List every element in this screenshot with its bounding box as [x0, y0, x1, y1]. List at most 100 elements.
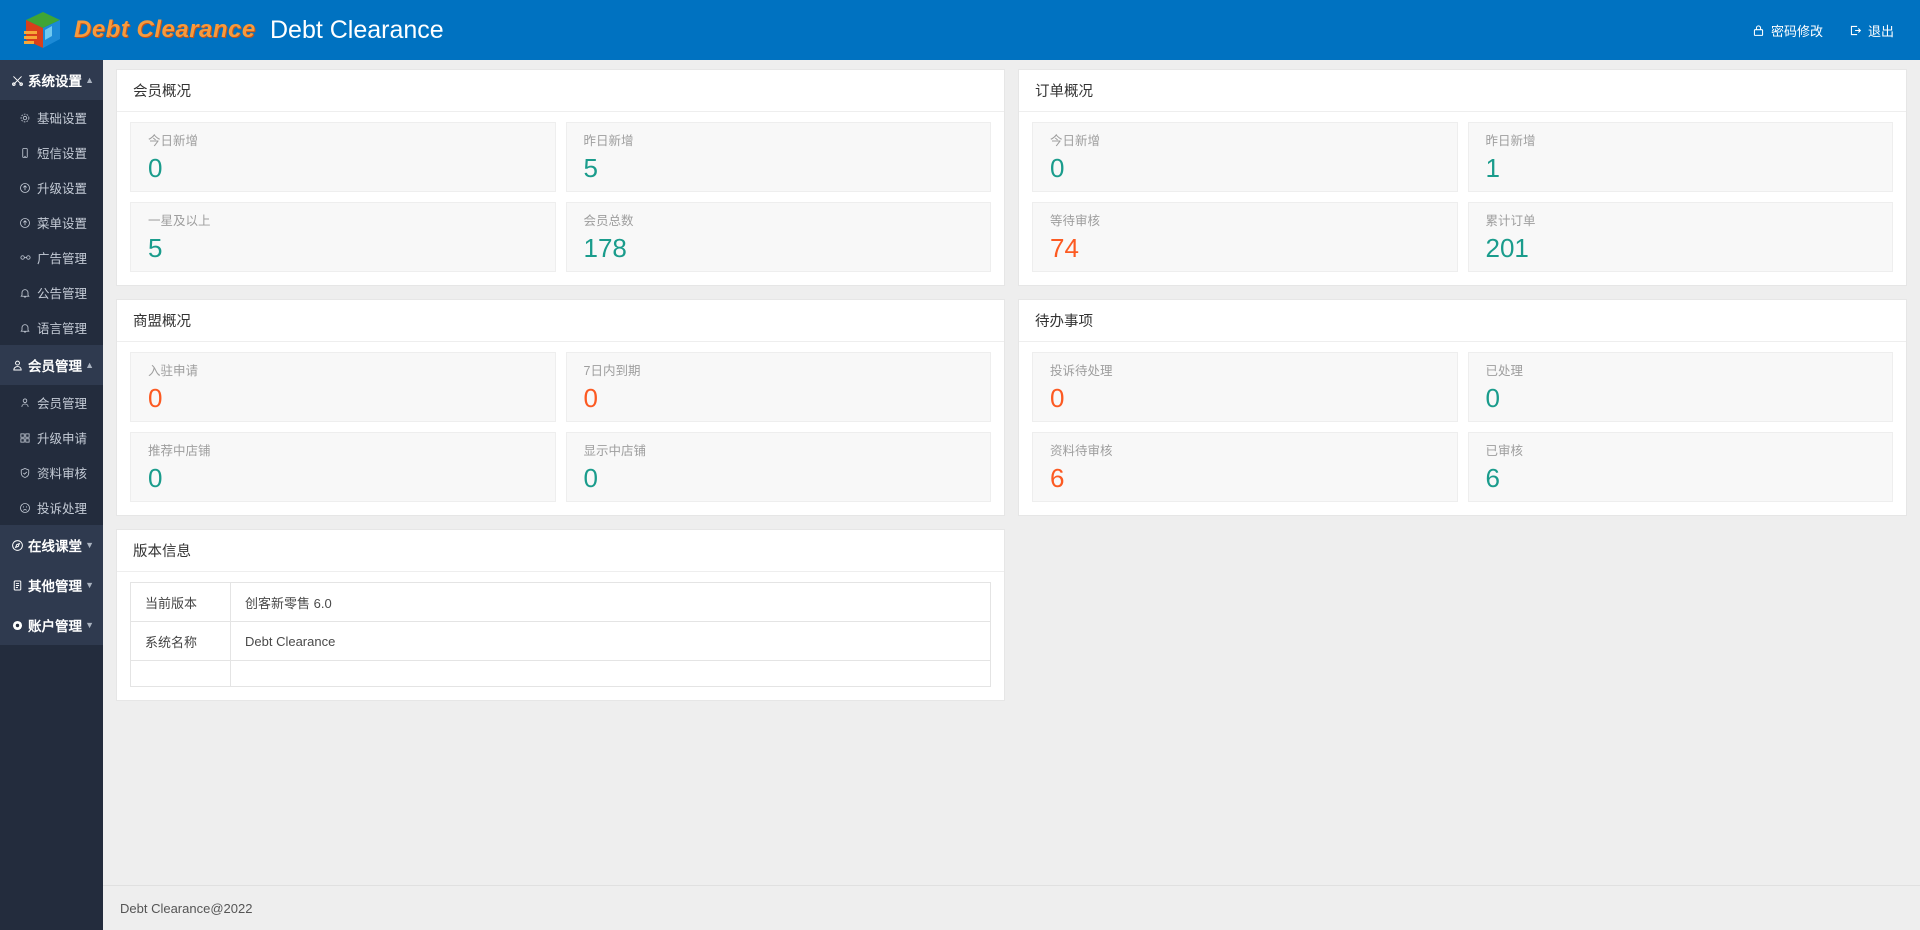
- stat-tile-complaints-pending[interactable]: 投诉待处理 0: [1032, 352, 1458, 422]
- logout-label: 退出: [1867, 23, 1894, 39]
- table-cell-key: [130, 660, 231, 687]
- sidebar-item-label: 升级申请: [37, 432, 88, 446]
- change-password-button[interactable]: 密码修改: [1752, 21, 1823, 40]
- overview-row-2: 商盟概况 入驻申请 0 7日内到期 0 推荐中店铺 0 显示中店铺 0 待办事项…: [116, 299, 1907, 529]
- member-overview-card: 会员概况 今日新增 0 昨日新增 5 一星及以上 5 会员总数 178: [116, 69, 1005, 286]
- table-cell-key: 当前版本: [130, 582, 231, 622]
- stat-tile-order-yesterday[interactable]: 昨日新增 1: [1467, 122, 1893, 192]
- card-title: 商盟概况: [117, 300, 1004, 342]
- stat-tile-order-pending-review[interactable]: 等待审核 74: [1032, 202, 1458, 272]
- user-icon: [18, 397, 32, 409]
- stat-value: 1: [1485, 152, 1500, 183]
- bell-icon: [18, 322, 32, 334]
- stat-tile-member-yesterday[interactable]: 昨日新增 5: [565, 122, 991, 192]
- grid-icon: [18, 432, 32, 444]
- main-content: 会员概况 今日新增 0 昨日新增 5 一星及以上 5 会员总数 178 订单概况…: [103, 60, 1920, 930]
- stat-label: 等待审核: [1050, 214, 1101, 228]
- sidebar-item-language-management[interactable]: 语言管理: [0, 310, 103, 345]
- stat-value: 5: [583, 152, 598, 183]
- stat-label: 昨日新增: [583, 134, 634, 148]
- sidebar-item-upgrade-application[interactable]: 升级申请: [0, 420, 103, 455]
- upload-circle-icon: [18, 182, 32, 194]
- sidebar-item-label: 投诉处理: [37, 502, 88, 516]
- logout-button[interactable]: 退出: [1849, 21, 1894, 40]
- order-overview-card: 订单概况 今日新增 0 昨日新增 1 等待审核 74 累计订单 201: [1018, 69, 1907, 286]
- stat-tile-alliance-featured-shops[interactable]: 推荐中店铺 0: [130, 432, 556, 502]
- stat-tile-documents-reviewed[interactable]: 已审核 6: [1467, 432, 1893, 502]
- stat-label: 推荐中店铺: [148, 444, 211, 458]
- sidebar-item-member-management[interactable]: 会员管理: [0, 385, 103, 420]
- sidebar-item-announcement-management[interactable]: 公告管理: [0, 275, 103, 310]
- sidebar-item-sms-settings[interactable]: 短信设置: [0, 135, 103, 170]
- sidebar-group-label: 会员管理: [28, 359, 82, 374]
- stat-value: 0: [1050, 152, 1065, 183]
- stat-tile-order-cumulative[interactable]: 累计订单 201: [1467, 202, 1893, 272]
- sidebar-item-upgrade-settings[interactable]: 升级设置: [0, 170, 103, 205]
- stat-value: 0: [583, 382, 598, 413]
- footer: Debt Clearance@2022: [103, 885, 1920, 930]
- stat-value: 0: [148, 462, 163, 493]
- sidebar-group-other-management[interactable]: 其他管理 ▼: [0, 565, 103, 605]
- stat-value: 5: [148, 232, 163, 263]
- sad-face-icon: [18, 502, 32, 514]
- alliance-overview-card: 商盟概况 入驻申请 0 7日内到期 0 推荐中店铺 0 显示中店铺 0: [116, 299, 1005, 516]
- chevron-down-icon: ▼: [85, 540, 94, 550]
- sidebar-group-system-settings[interactable]: 系统设置 ▲: [0, 60, 103, 100]
- sidebar-item-label: 会员管理: [37, 397, 88, 411]
- shield-check-icon: [18, 467, 32, 479]
- brand-text: Debt Clearance: [74, 16, 256, 43]
- stat-tile-complaints-handled[interactable]: 已处理 0: [1467, 352, 1893, 422]
- bell-icon: [18, 287, 32, 299]
- sidebar-group-label: 在线课堂: [28, 539, 82, 554]
- logo-icon: [22, 9, 64, 51]
- sidebar-item-document-review[interactable]: 资料审核: [0, 455, 103, 490]
- sidebar-item-label: 广告管理: [37, 252, 88, 266]
- sidebar-item-complaint-handling[interactable]: 投诉处理: [0, 490, 103, 525]
- stat-value: 6: [1050, 462, 1065, 493]
- table-row: [130, 660, 991, 687]
- stat-label: 投诉待处理: [1050, 364, 1113, 378]
- stat-tile-member-total[interactable]: 会员总数 178: [565, 202, 991, 272]
- stat-tile-documents-pending-review[interactable]: 资料待审核 6: [1032, 432, 1458, 502]
- stat-tile-order-today[interactable]: 今日新增 0: [1032, 122, 1458, 192]
- gear-icon: [18, 112, 32, 124]
- stat-value: 0: [148, 152, 163, 183]
- stat-label: 已处理: [1485, 364, 1524, 378]
- stat-value: 178: [583, 232, 627, 263]
- upload-circle-icon: [18, 217, 32, 229]
- sidebar-item-label: 短信设置: [37, 147, 88, 161]
- sidebar-item-label: 资料审核: [37, 467, 88, 481]
- stat-value: 201: [1485, 232, 1529, 263]
- compass-icon: [10, 539, 25, 552]
- sidebar-item-ad-management[interactable]: 广告管理: [0, 240, 103, 275]
- lock-icon: [1752, 24, 1765, 37]
- card-title: 会员概况: [117, 70, 1004, 112]
- scissors-icon: [10, 74, 25, 87]
- stat-tile-member-one-star-plus[interactable]: 一星及以上 5: [130, 202, 556, 272]
- glasses-icon: [18, 251, 32, 264]
- card-title: 版本信息: [117, 530, 1004, 572]
- stat-label: 今日新增: [1050, 134, 1101, 148]
- chevron-up-icon: ▲: [85, 360, 94, 370]
- sidebar-item-menu-settings[interactable]: 菜单设置: [0, 205, 103, 240]
- card-title: 待办事项: [1019, 300, 1906, 342]
- chevron-down-icon: ▼: [85, 580, 94, 590]
- sidebar-item-basic-settings[interactable]: 基础设置: [0, 100, 103, 135]
- stat-tile-alliance-visible-shops[interactable]: 显示中店铺 0: [565, 432, 991, 502]
- stat-tile-member-today[interactable]: 今日新增 0: [130, 122, 556, 192]
- sidebar-group-online-classroom[interactable]: 在线课堂 ▼: [0, 525, 103, 565]
- table-row: 系统名称 Debt Clearance: [130, 621, 991, 661]
- sidebar-group-member-management[interactable]: 会员管理 ▲: [0, 345, 103, 385]
- stat-label: 显示中店铺: [583, 444, 647, 458]
- stat-label: 一星及以上: [148, 214, 211, 228]
- table-cell-key: 系统名称: [130, 621, 231, 661]
- stat-label: 资料待审核: [1050, 444, 1113, 458]
- stat-tile-alliance-application[interactable]: 入驻申请 0: [130, 352, 556, 422]
- card-title: 订单概况: [1019, 70, 1906, 112]
- sidebar-group-account-management[interactable]: 账户管理 ▼: [0, 605, 103, 645]
- stat-label: 已审核: [1485, 444, 1524, 458]
- stat-value: 6: [1485, 462, 1500, 493]
- sidebar-item-label: 语言管理: [37, 322, 88, 336]
- stat-tile-alliance-expiring-7days[interactable]: 7日内到期 0: [565, 352, 991, 422]
- brand[interactable]: Debt Clearance: [0, 0, 265, 60]
